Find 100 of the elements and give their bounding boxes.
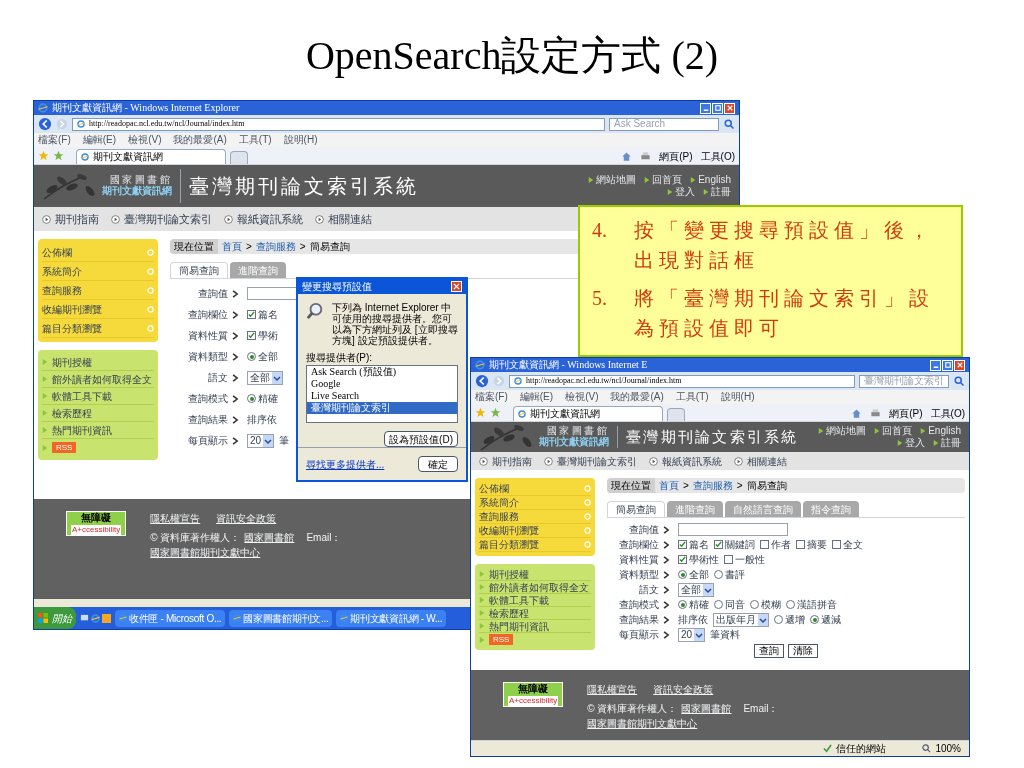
footer-link[interactable]: 隱私權宣告 [150,511,201,526]
sidebar-link[interactable]: 熱門期刊資訊 [489,618,549,634]
sidebar-link[interactable]: 軟體工具下載 [52,388,112,404]
toolbar-button[interactable]: 網頁(P) [889,408,923,419]
set-default-button[interactable]: 設為預設值(D) [384,431,458,447]
banner-link[interactable]: 回首頁 [652,175,683,185]
sidebar-link[interactable]: 館外讀者如何取得全文 [489,579,589,595]
sidebar-link[interactable]: 館外讀者如何取得全文 [52,371,152,387]
mail-icon[interactable] [102,613,111,623]
sidebar-item[interactable]: 篇目分類瀏覽 [42,320,102,336]
checkbox[interactable] [832,540,841,549]
sidebar-item[interactable]: 系統簡介 [479,495,519,510]
browser-tab[interactable]: 期刊文獻資訊網 [76,149,226,164]
desktop-icon[interactable] [80,613,89,623]
banner-link[interactable]: 回首頁 [882,426,913,436]
sidebar-item[interactable]: 公佈欄 [42,244,72,260]
menu-item[interactable]: 說明(H) [283,135,318,145]
minimize-button[interactable] [700,102,711,114]
banner-link[interactable]: English [698,175,731,185]
dropdown[interactable]: 20 [247,433,275,448]
checkbox[interactable] [796,540,805,549]
query-field[interactable] [678,523,788,536]
form-button[interactable]: 查詢 [754,644,784,658]
sidebar-item[interactable]: 系統簡介 [42,263,82,279]
nav-link[interactable]: 臺灣期刊論文索引 [124,210,212,228]
nav-link[interactable]: 相關連結 [328,210,372,228]
menu-item[interactable]: 我的最愛(A) [610,392,664,402]
radio-button[interactable] [247,352,256,361]
banner-link[interactable]: 網站地圖 [596,175,637,185]
sidebar-link[interactable]: 檢索歷程 [52,405,92,421]
menu-item[interactable]: 檢視(V) [128,135,162,145]
banner-link[interactable]: 登入 [675,187,695,197]
menu-item[interactable]: 我的最愛(A) [173,135,227,145]
sidebar-link[interactable]: 熱門期刊資訊 [52,422,112,438]
breadcrumb-link[interactable]: 首頁 [222,239,242,254]
footer-link[interactable]: 資訊安全政策 [216,511,277,526]
print-icon[interactable] [870,408,882,419]
nav-link[interactable]: 臺灣期刊論文索引 [557,453,637,469]
dropdown[interactable]: 20 [678,627,706,642]
checkbox[interactable] [760,540,769,549]
nav-link[interactable]: 期刊指南 [492,453,532,469]
star-icon[interactable] [38,150,49,161]
menu-item[interactable]: 說明(H) [720,392,755,402]
sidebar-link[interactable]: 期刊授權 [489,566,529,582]
checkbox[interactable] [678,540,687,549]
dropdown[interactable]: 全部 [247,370,283,385]
toolbar-button[interactable]: 工具(O) [930,408,965,419]
banner-link[interactable]: 註冊 [711,187,731,197]
toolbar-button[interactable]: 網頁(P) [659,151,693,162]
sidebar-item[interactable]: 收編期刊瀏覽 [479,523,539,538]
provider-item[interactable]: 臺灣期刊論文索引 [307,402,457,414]
footer-link[interactable]: 國家圖書館 [244,530,295,545]
banner-link[interactable]: 登入 [905,438,925,448]
sidebar-link[interactable]: 軟體工具下載 [489,592,549,608]
taskbar-item[interactable]: 國家圖書館期刊文... [229,609,333,627]
nav-link[interactable]: 報紙資訊系統 [662,453,722,469]
provider-item[interactable]: Live Search [307,390,457,402]
address-field[interactable]: http://readopac.ncl.edu.tw/ncl/Journal/index.htm [72,117,605,131]
menu-item[interactable]: 工具(T) [675,392,709,402]
back-icon[interactable] [475,374,489,388]
home-icon[interactable] [621,151,633,162]
menu-item[interactable]: 檔案(F) [475,392,508,402]
maximize-button[interactable] [712,102,723,114]
menu-item[interactable]: 編輯(E) [519,392,554,402]
sidebar-item[interactable]: 查詢服務 [479,509,519,524]
close-button[interactable] [451,281,462,292]
radio-button[interactable] [247,394,256,403]
dropdown[interactable]: 出版年月 [713,612,769,627]
taskbar-item[interactable]: 收件匣 - Microsoft O... [115,609,226,627]
print-icon[interactable] [640,151,652,162]
banner-link[interactable]: English [928,426,961,436]
footer-link[interactable]: 國家圖書館期刊文獻中心 [587,716,698,731]
radio-button[interactable] [678,570,687,579]
sidebar-item[interactable]: 收編期刊瀏覽 [42,301,102,317]
home-icon[interactable] [851,408,863,419]
footer-link[interactable]: 隱私權宣告 [587,682,638,697]
address-field[interactable]: http://readopac.ncl.edu.tw/ncl/Journal/index.htm [509,374,855,388]
footer-link[interactable]: 國家圖書館期刊文獻中心 [150,545,261,560]
radio-button[interactable] [714,600,723,609]
search-tab[interactable]: 簡易查詢 [170,262,228,278]
breadcrumb-link[interactable]: 首頁 [659,478,679,493]
sidebar-item[interactable]: 公佈欄 [479,481,509,496]
sidebar-link[interactable]: 期刊授權 [52,354,92,370]
back-icon[interactable] [38,117,52,131]
search-icon[interactable] [953,375,965,387]
sidebar-item[interactable]: 篇目分類瀏覽 [479,537,539,552]
browser-tab[interactable]: 期刊文獻資訊網 [513,406,663,421]
provider-item[interactable]: Ask Search (預設值) [307,366,457,378]
taskbar-item[interactable]: 期刊文獻資訊網 - W... [336,609,447,627]
minimize-button[interactable] [930,359,941,371]
star-icon[interactable] [475,407,486,418]
checkbox[interactable] [247,331,256,340]
footer-link[interactable]: 國家圖書館 [681,701,732,716]
radio-button[interactable] [774,615,783,624]
banner-link[interactable]: 註冊 [941,438,961,448]
close-button[interactable] [724,102,735,114]
banner-link[interactable]: 網站地圖 [826,426,867,436]
radio-button[interactable] [810,615,819,624]
radio-button[interactable] [750,600,759,609]
nav-link[interactable]: 報紙資訊系統 [237,210,303,228]
